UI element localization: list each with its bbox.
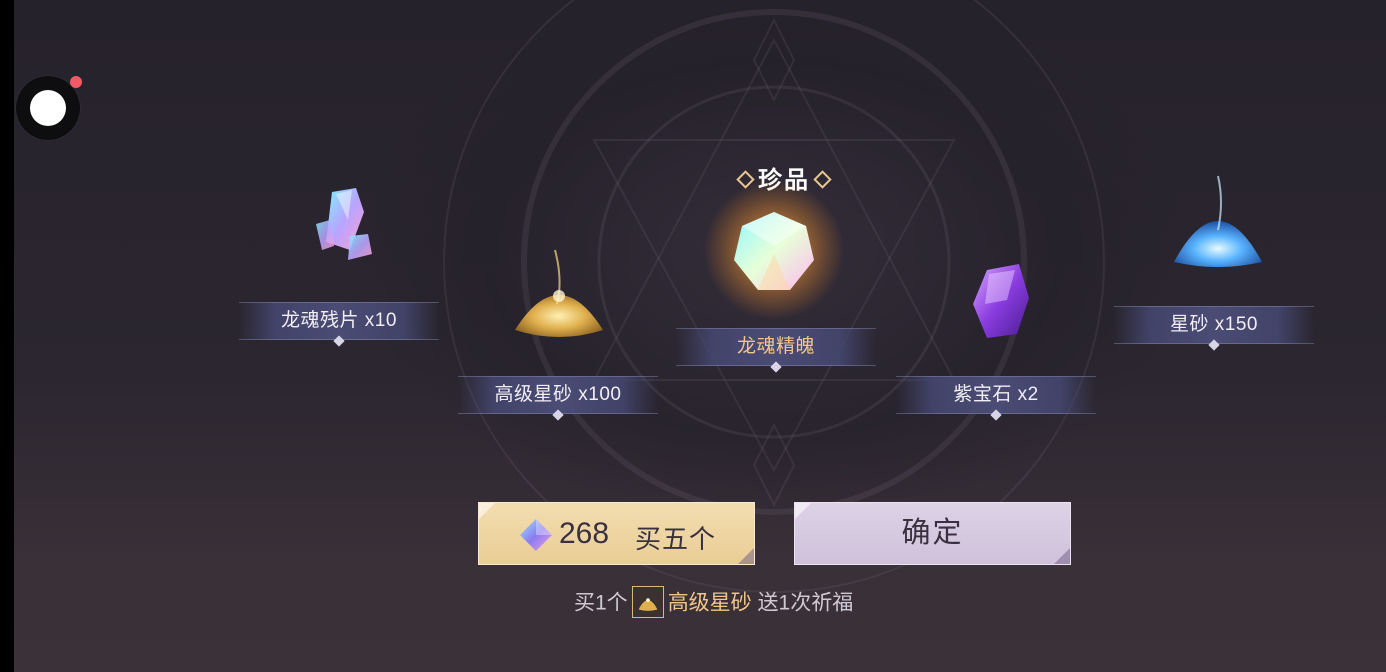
- reward-screen: 龙魂残片 x10 高级星砂 x100 珍品 龙魂精魄 紫宝石 x2 星砂 x15…: [14, 0, 1386, 672]
- corner-ornament: [738, 548, 754, 564]
- bonus-prefix: 买1个: [574, 591, 628, 615]
- corner-ornament: [1054, 548, 1070, 564]
- screen-record-button[interactable]: [16, 76, 82, 140]
- reward-name-plate: 紫宝石 x2: [896, 376, 1096, 421]
- buy-five-button[interactable]: 268 买五个: [478, 502, 755, 565]
- reward-name: 龙魂精魄: [736, 336, 815, 357]
- buy-button-label: 买五个: [635, 524, 717, 554]
- notification-badge: [70, 76, 82, 88]
- record-icon: [30, 90, 66, 126]
- reward-name: 龙魂残片 x10: [281, 310, 397, 331]
- reward-name-plate: 高级星砂 x100: [458, 376, 658, 421]
- bonus-info: 买1个 高级星砂 送1次祈福: [574, 586, 853, 620]
- price-value: 268: [559, 517, 610, 550]
- purple-gem-icon: [973, 264, 1029, 338]
- confirm-button[interactable]: 确定: [794, 502, 1071, 565]
- reward-name-plate: 龙魂残片 x10: [239, 302, 439, 347]
- left-edge-bar: [0, 0, 14, 672]
- bonus-item-name: 高级星砂: [667, 591, 752, 615]
- confirm-button-label: 确定: [901, 517, 964, 549]
- reward-name-plate: 星砂 x150: [1114, 306, 1314, 351]
- diamond-currency-icon: [520, 519, 552, 551]
- reward-name: 高级星砂 x100: [494, 384, 622, 405]
- gold-sand-icon: [631, 586, 664, 618]
- corner-ornament: [795, 503, 811, 519]
- corner-ornament: [479, 503, 495, 519]
- featured-reward-item[interactable]: [674, 150, 874, 350]
- reward-name: 紫宝石 x2: [953, 384, 1039, 405]
- bonus-suffix: 送1次祈福: [757, 591, 854, 615]
- featured-reward-name-plate: 龙魂精魄: [676, 328, 876, 373]
- dragon-soul-gem-icon: [704, 180, 844, 320]
- reward-item[interactable]: [897, 200, 1097, 400]
- reward-name: 星砂 x150: [1170, 314, 1258, 335]
